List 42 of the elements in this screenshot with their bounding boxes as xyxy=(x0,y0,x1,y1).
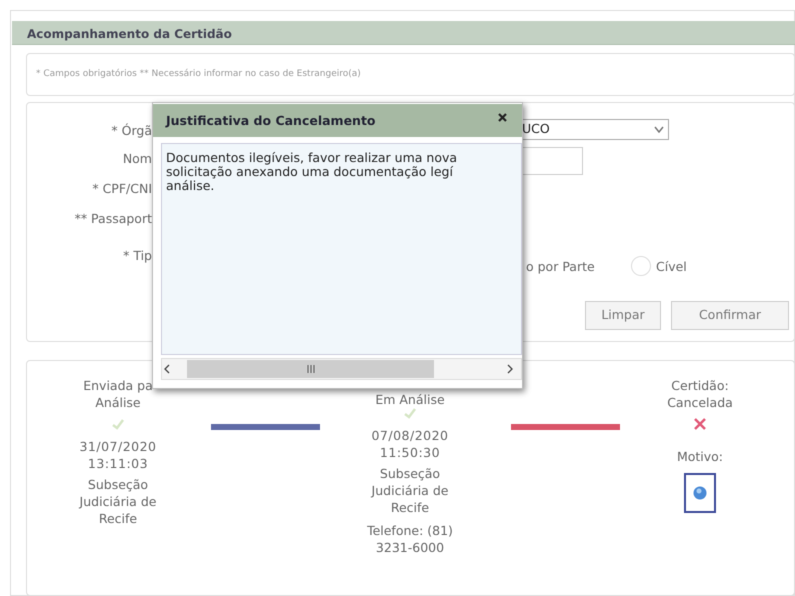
reason-label: Motivo: xyxy=(676,448,724,465)
step-location: Judiciária de xyxy=(372,482,448,499)
scroll-right-icon[interactable] xyxy=(507,364,513,374)
required-note: * Campos obrigatórios ** Necessário informar no caso de Estrangeiro(a) xyxy=(36,68,361,81)
help-button[interactable] xyxy=(684,473,716,513)
field-label: * Órgã xyxy=(111,122,152,140)
step-phone: Telefone: (81) xyxy=(367,522,453,539)
step-title: Em Análise xyxy=(375,391,445,408)
step-datetime: 13:11:03 xyxy=(88,455,148,472)
scroll-left-icon[interactable] xyxy=(164,364,170,374)
step-location: Subseção xyxy=(88,476,148,493)
field-label: * Tip xyxy=(123,247,152,265)
scrollbar-thumb[interactable] xyxy=(187,360,434,378)
step-location: Subseção xyxy=(380,465,440,482)
step-title: Certidão: xyxy=(671,377,729,394)
help-icon xyxy=(693,486,707,500)
step-location: Judiciária de xyxy=(80,493,156,510)
step-location: Recife xyxy=(98,510,138,527)
grip-icon xyxy=(307,365,315,373)
step-title: Enviada pa xyxy=(83,377,153,394)
radio-label: Cível xyxy=(656,258,687,276)
justification-line: Documentos ilegíveis, favor realizar uma nova xyxy=(166,151,458,165)
form-button[interactable]: Confirmar xyxy=(671,301,789,330)
caret-icon xyxy=(654,126,664,133)
step-title: Cancelada xyxy=(667,394,733,411)
field-label: ** Passaport xyxy=(74,210,152,228)
justification-line: solicitação anexando uma documentação legí xyxy=(166,165,454,179)
cross-icon xyxy=(692,416,708,432)
step-phone: 3231-6000 xyxy=(376,539,444,556)
justification-line: análise. xyxy=(166,179,214,193)
field-label: Nom xyxy=(122,150,152,168)
step-datetime: 31/07/2020 xyxy=(79,438,157,455)
dialog-title: Justificativa do Cancelamento xyxy=(166,112,376,130)
field-label: * CPF/CNI xyxy=(92,180,152,198)
step-location: Recife xyxy=(390,499,430,516)
step-title: Análise xyxy=(95,394,141,411)
step-datetime: 07/08/2020 xyxy=(371,427,449,444)
panel-title: Acompanhamento da Certidão xyxy=(27,26,232,43)
step-datetime: 11:50:30 xyxy=(380,444,440,461)
radio-label: o por Parte xyxy=(526,258,595,276)
close-icon[interactable] xyxy=(498,113,507,122)
form-button[interactable]: Limpar xyxy=(585,301,661,330)
